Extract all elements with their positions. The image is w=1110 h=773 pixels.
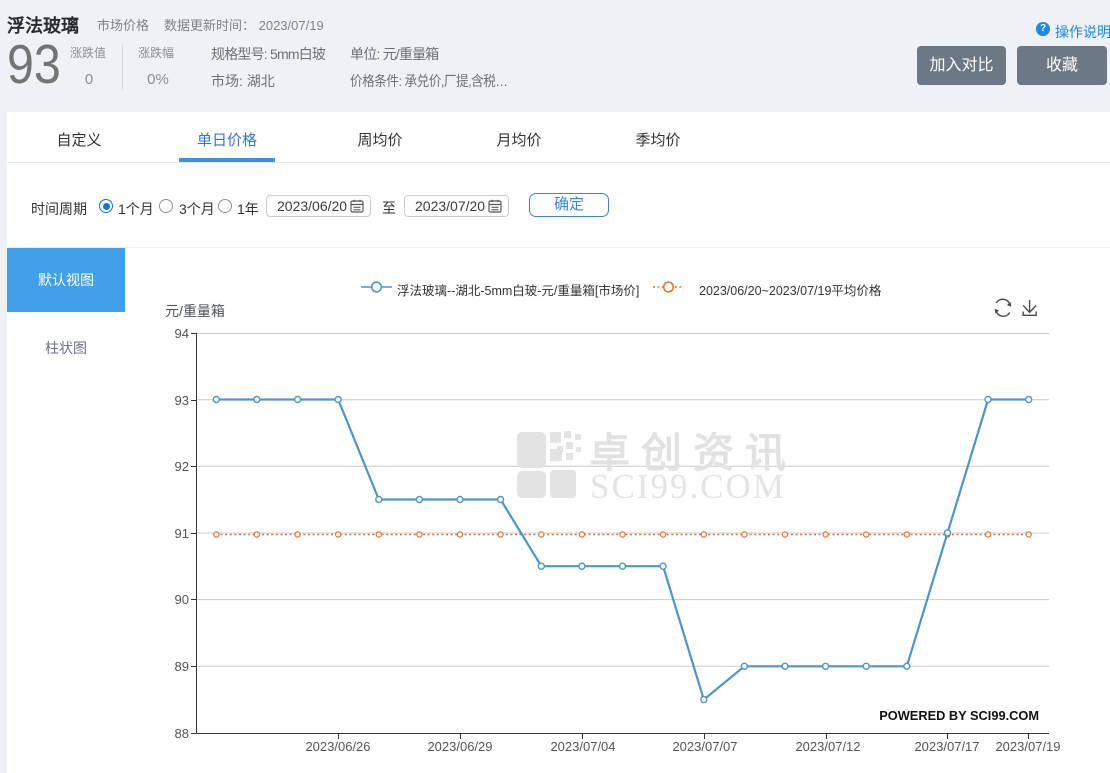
svg-text:2023/07/12: 2023/07/12 — [795, 739, 860, 754]
svg-text:POWERED BY SCI99.COM: POWERED BY SCI99.COM — [879, 708, 1039, 723]
svg-text:92: 92 — [175, 459, 189, 474]
svg-text:89: 89 — [175, 659, 189, 674]
svg-text:2023/07/07: 2023/07/07 — [672, 739, 737, 754]
svg-text:2023/06/26: 2023/06/26 — [305, 739, 370, 754]
svg-text:元/重量箱: 元/重量箱 — [165, 303, 225, 319]
svg-text:88: 88 — [175, 726, 189, 741]
svg-text:2023/07/17: 2023/07/17 — [914, 739, 979, 754]
svg-text:91: 91 — [175, 526, 189, 541]
svg-text:2023/07/19: 2023/07/19 — [995, 739, 1060, 754]
svg-text:90: 90 — [175, 592, 189, 607]
svg-text:93: 93 — [175, 393, 189, 408]
svg-text:2023/07/04: 2023/07/04 — [550, 739, 615, 754]
svg-text:94: 94 — [175, 326, 189, 341]
svg-text:SCI99.COM: SCI99.COM — [590, 467, 786, 506]
svg-text:2023/06/29: 2023/06/29 — [427, 739, 492, 754]
